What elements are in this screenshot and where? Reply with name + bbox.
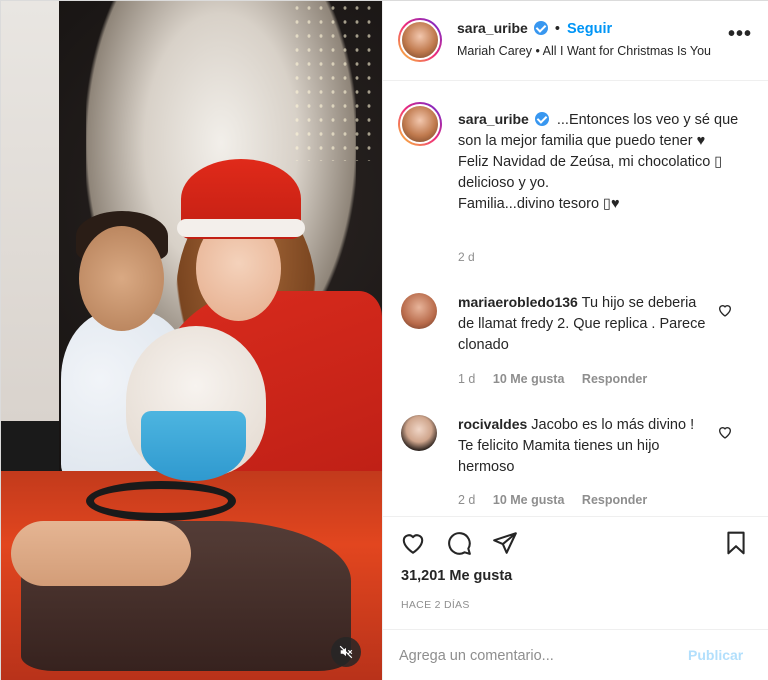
comment-body: rocivaldes Jacobo es lo más divino ! Te …: [458, 414, 713, 478]
bookmark-icon: [727, 531, 745, 555]
more-options-button[interactable]: •••: [728, 24, 752, 44]
comment-like-heart-icon[interactable]: [717, 424, 733, 440]
woman-arm: [11, 521, 191, 586]
verified-badge-icon: [533, 21, 548, 35]
likes-count[interactable]: 31,201 Me gusta: [401, 568, 512, 584]
comment-likes[interactable]: 10 Me gusta: [493, 493, 565, 507]
audio-track-link[interactable]: Mariah Carey • All I Want for Christmas …: [457, 44, 711, 58]
comment-meta: 1 d 10 Me gusta Responder: [458, 372, 647, 386]
reply-button[interactable]: Responder: [582, 493, 647, 507]
share-button[interactable]: [491, 529, 519, 557]
speaker-muted-icon: [339, 645, 353, 659]
post-header: sara_uribe • Seguir Mariah Carey • All I…: [383, 1, 768, 81]
caption-author-username[interactable]: sara_uribe: [458, 111, 529, 127]
reply-button[interactable]: Responder: [582, 372, 647, 386]
comment-input[interactable]: [399, 644, 669, 668]
comment-button[interactable]: [445, 529, 473, 557]
commenter-username[interactable]: mariaerobledo136: [458, 294, 578, 310]
commenter-username[interactable]: rocivaldes: [458, 416, 527, 432]
comment-time[interactable]: 1 d: [458, 372, 475, 386]
post-sidebar: sara_uribe • Seguir Mariah Carey • All I…: [382, 1, 768, 680]
boy-face: [79, 226, 164, 331]
mute-button[interactable]: [331, 637, 361, 667]
follow-button[interactable]: Seguir: [567, 21, 612, 37]
wall: [1, 1, 59, 421]
post-dialog: sara_uribe • Seguir Mariah Carey • All I…: [0, 0, 768, 680]
caption-timestamp[interactable]: 2 d: [458, 250, 475, 264]
header-author-line: sara_uribe • Seguir: [457, 20, 612, 37]
author-username[interactable]: sara_uribe: [457, 20, 528, 36]
share-icon: [493, 532, 517, 554]
comment-body: mariaerobledo136 Tu hijo se deberia de l…: [458, 292, 713, 356]
comment-like-heart-icon[interactable]: [717, 302, 733, 318]
commenter-avatar[interactable]: [401, 415, 437, 451]
comment-likes[interactable]: 10 Me gusta: [493, 372, 565, 386]
publish-button[interactable]: Publicar: [688, 647, 743, 663]
post-video[interactable]: [1, 1, 382, 680]
separator: •: [554, 21, 560, 37]
santa-hat-brim: [177, 219, 305, 237]
caption-text-line2: Feliz Navidad de Zeúsa, mi chocolatico ▯…: [458, 154, 723, 191]
string-lights: [291, 1, 371, 161]
dog-bandana: [141, 411, 246, 481]
post-actions: 31,201 Me gusta HACE 2 DÍAS: [383, 516, 768, 628]
post-date[interactable]: HACE 2 DÍAS: [401, 599, 470, 611]
save-button[interactable]: [722, 529, 750, 557]
comment-time[interactable]: 2 d: [458, 493, 475, 507]
like-button[interactable]: [399, 529, 427, 557]
heart-icon: [402, 534, 424, 554]
post-media[interactable]: [1, 1, 382, 680]
caption: sara_uribe ...Entonces los veo y sé que …: [458, 109, 758, 215]
add-comment-bar: Publicar: [383, 629, 768, 680]
caption-text-line3: Familia...divino tesoro ▯♥: [458, 196, 620, 212]
comment-meta: 2 d 10 Me gusta Responder: [458, 493, 647, 507]
comment-icon: [448, 532, 471, 555]
commenter-avatar[interactable]: [401, 293, 437, 329]
author-avatar[interactable]: [398, 18, 442, 62]
steering-wheel: [86, 481, 236, 521]
caption-author-avatar[interactable]: [398, 102, 442, 146]
verified-badge-icon: [534, 112, 549, 126]
